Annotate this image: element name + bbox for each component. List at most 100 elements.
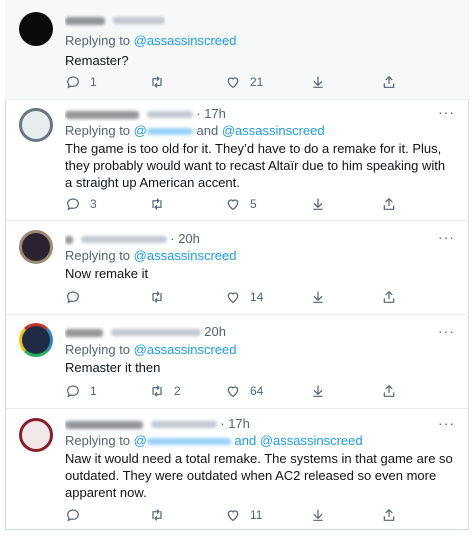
more-horizontal-icon[interactable]: ··· (438, 323, 455, 339)
and-label: and (196, 123, 219, 138)
like-button[interactable]: 21 (225, 73, 263, 91)
retweet-icon (152, 291, 162, 303)
share-button[interactable] (381, 73, 397, 91)
retweet-button[interactable] (149, 195, 174, 213)
download-icon (313, 198, 323, 210)
share-button[interactable] (381, 288, 397, 306)
replying-to: Replying to @assassinscreed (65, 248, 236, 263)
like-count: 21 (250, 75, 264, 89)
mention-link[interactable]: @assassinscreed (134, 33, 237, 48)
download-button[interactable] (310, 195, 326, 213)
tweet[interactable]: Replying to @assassinscreed Remaster? 1 … (5, 0, 469, 100)
avatar[interactable] (19, 323, 53, 357)
tweet[interactable]: 20h ··· Replying to @assassinscreed Rema… (5, 315, 469, 409)
like-button[interactable]: 11 (225, 506, 262, 524)
replying-to: Replying to @ and @assassinscreed (65, 123, 325, 138)
blurred-name[interactable] (65, 110, 139, 119)
more-horizontal-icon[interactable]: ··· (438, 415, 455, 431)
blurred-handle[interactable] (110, 329, 201, 337)
timestamp[interactable]: 20h (204, 324, 226, 339)
blurred-handle[interactable] (150, 421, 217, 429)
download-icon (313, 291, 323, 303)
share-button[interactable] (381, 195, 397, 213)
replying-label: Replying to (65, 342, 131, 357)
mention-link[interactable]: @assassinscreed (134, 248, 237, 263)
mention-link[interactable]: @assassinscreed (134, 342, 237, 357)
tweet[interactable]: · 17h ··· Replying to @ and @assassinscr… (5, 100, 469, 221)
share-icon (383, 290, 395, 303)
blurred-mention[interactable] (146, 438, 231, 446)
action-bar: 11 (65, 506, 405, 524)
share-button[interactable] (381, 382, 397, 400)
heart-icon (227, 510, 239, 522)
avatar[interactable] (19, 108, 53, 142)
blurred-name[interactable] (65, 235, 73, 244)
avatar[interactable] (19, 12, 53, 46)
blurred-handle[interactable] (80, 236, 167, 244)
share-icon (383, 197, 395, 210)
avatar[interactable] (19, 418, 53, 452)
reply-button[interactable]: 3 (65, 195, 97, 213)
replying-label: Replying to (65, 33, 131, 48)
reply-button[interactable]: 1 (65, 382, 97, 400)
blurred-name[interactable] (65, 328, 103, 337)
tweet-text: Naw it would need a total remake. The sy… (65, 451, 453, 500)
retweet-button[interactable]: 2 (149, 382, 181, 400)
reply-icon (67, 385, 79, 398)
blurred-name[interactable] (65, 16, 105, 25)
blurred-mention[interactable] (146, 128, 193, 136)
reply-count: 3 (90, 197, 97, 211)
replying-label: Replying to (65, 123, 131, 138)
reply-icon (67, 76, 79, 89)
mention-link[interactable]: @assassinscreed (222, 123, 325, 138)
download-button[interactable] (310, 506, 326, 524)
replying-label: Replying to (65, 433, 131, 448)
tweet-text: Now remake it (65, 266, 149, 281)
like-button[interactable]: 14 (225, 288, 263, 306)
more-horizontal-icon[interactable]: ··· (438, 104, 455, 120)
tweet[interactable]: · 17h ··· Replying to @ and @assassinscr… (5, 409, 469, 530)
share-button[interactable] (381, 506, 397, 524)
avatar[interactable] (19, 230, 53, 264)
replying-label: Replying to (65, 248, 131, 263)
download-icon (313, 76, 323, 88)
heart-icon (227, 77, 239, 89)
timestamp[interactable]: · 20h (170, 231, 200, 246)
tweet-header: 20h (65, 324, 226, 340)
reply-count: 1 (90, 75, 97, 89)
timestamp[interactable]: · 17h (196, 106, 226, 121)
download-button[interactable] (310, 288, 326, 306)
like-count: 64 (250, 384, 264, 398)
like-button[interactable]: 64 (225, 382, 263, 400)
blurred-name[interactable] (65, 420, 143, 429)
blurred-handle[interactable] (146, 111, 193, 119)
tweet-header (65, 12, 165, 28)
retweet-count: 2 (174, 384, 181, 398)
download-button[interactable] (310, 382, 326, 400)
action-bar: 1 2 64 (65, 382, 405, 400)
retweet-icon (152, 198, 162, 210)
more-horizontal-icon[interactable]: ··· (438, 229, 455, 245)
retweet-button[interactable] (149, 73, 174, 91)
retweet-icon (152, 76, 162, 88)
retweet-button[interactable] (149, 506, 174, 524)
heart-icon (227, 199, 239, 211)
mention-link[interactable]: @ (134, 123, 147, 138)
download-icon (313, 385, 323, 397)
timestamp[interactable]: · 17h (220, 416, 250, 431)
download-button[interactable] (310, 73, 326, 91)
mention-link[interactable]: @ (134, 433, 147, 448)
like-button[interactable]: 5 (225, 195, 257, 213)
reply-button[interactable]: 1 (65, 73, 97, 91)
reply-button[interactable] (65, 288, 90, 306)
and-label: and (234, 433, 257, 448)
share-icon (383, 508, 395, 521)
reply-button[interactable] (65, 506, 90, 524)
replying-to: Replying to @ and @assassinscreed (65, 433, 363, 448)
blurred-handle[interactable] (112, 17, 165, 25)
retweet-button[interactable] (149, 288, 174, 306)
replying-to: Replying to @assassinscreed (65, 342, 236, 357)
mention-link[interactable]: @assassinscreed (260, 433, 363, 448)
tweet[interactable]: · 20h ··· Replying to @assassinscreed No… (5, 221, 469, 315)
tweet-header: · 17h (65, 106, 226, 122)
